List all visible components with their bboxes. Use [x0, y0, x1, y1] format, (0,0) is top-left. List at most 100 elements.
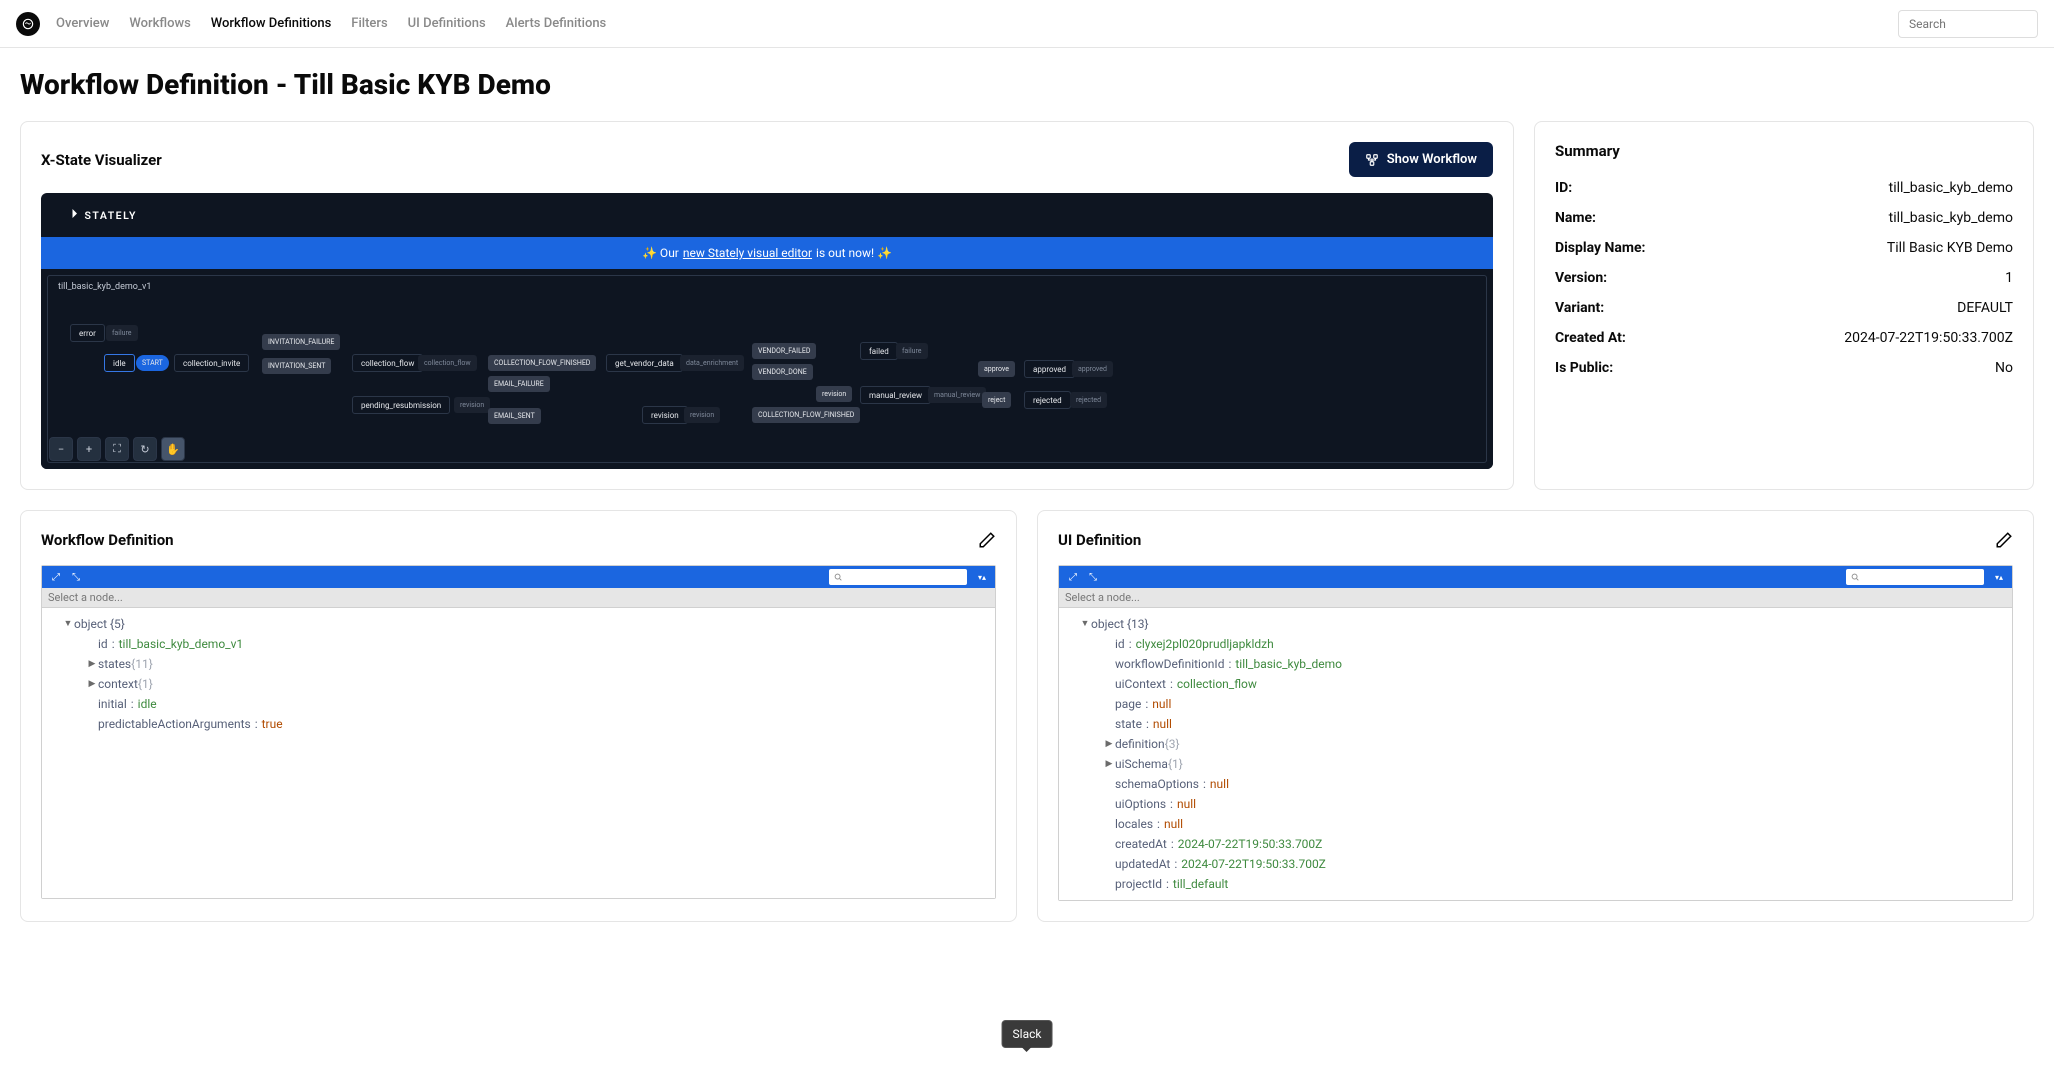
- event-invitation-failure[interactable]: INVITATION_FAILURE: [262, 334, 340, 350]
- state-rejected[interactable]: rejected: [1024, 391, 1071, 409]
- caret-right-icon[interactable]: ▶: [1103, 734, 1115, 754]
- edit-icon[interactable]: [1995, 531, 2013, 549]
- event-vendor-done[interactable]: VENDOR_DONE: [752, 364, 813, 380]
- json-row: id:clyxej2pl020prudljapkldzh: [1067, 634, 2004, 654]
- badge-manual-review: manual_review: [928, 387, 986, 403]
- summary-label: ID:: [1555, 180, 1572, 196]
- summary-row: Created At:2024-07-22T19:50:33.700Z: [1555, 330, 2013, 346]
- badge-approved: approved: [1072, 361, 1113, 377]
- event-email-sent[interactable]: EMAIL_SENT: [488, 408, 541, 424]
- json-row: projectId:till_default: [1067, 874, 2004, 894]
- stately-editor-link[interactable]: new Stately visual editor: [683, 246, 812, 260]
- expand-all-icon[interactable]: ⤢: [1065, 569, 1081, 585]
- app-logo[interactable]: [16, 12, 40, 36]
- badge-data-enrichment: data_enrichment: [680, 355, 744, 371]
- event-invitation-sent[interactable]: INVITATION_SENT: [262, 358, 331, 374]
- search-icon: [833, 572, 843, 582]
- json-row: workflowDefinitionId:till_basic_kyb_demo: [1067, 654, 2004, 674]
- nav-link-overview[interactable]: Overview: [56, 16, 109, 31]
- zoom-in-button[interactable]: +: [77, 437, 101, 461]
- event-vendor-failed[interactable]: VENDOR_FAILED: [752, 343, 816, 359]
- caret-down-icon[interactable]: ▼: [62, 614, 74, 634]
- state-manual-review[interactable]: manual_review: [860, 386, 931, 404]
- json-row: locales:null: [1067, 814, 2004, 834]
- stately-canvas[interactable]: till_basic_kyb_demo_v1 error failure idl…: [41, 269, 1493, 469]
- summary-label: Version:: [1555, 270, 1607, 286]
- summary-row: Display Name:Till Basic KYB Demo: [1555, 240, 2013, 256]
- caret-right-icon[interactable]: ▶: [86, 654, 98, 674]
- reset-button[interactable]: ↻: [133, 437, 157, 461]
- expand-all-icon[interactable]: ⤢: [48, 569, 64, 585]
- ui-json-body[interactable]: ▼object {13} id:clyxej2pl020prudljapkldz…: [1059, 608, 2012, 900]
- json-row: page:null: [1067, 694, 2004, 714]
- ui-json-search-input[interactable]: [1860, 570, 1980, 584]
- nav-link-filters[interactable]: Filters: [351, 16, 387, 31]
- collapse-all-icon[interactable]: ⤡: [1085, 569, 1101, 585]
- show-workflow-button[interactable]: Show Workflow: [1349, 142, 1493, 177]
- json-row: id:till_basic_kyb_demo_v1: [50, 634, 987, 654]
- svg-text:STATELY: STATELY: [85, 209, 137, 222]
- stately-header: STATELY: [41, 193, 1493, 237]
- state-collection-invite[interactable]: collection_invite: [174, 354, 249, 372]
- summary-value: 2024-07-22T19:50:33.700Z: [1844, 330, 2013, 346]
- state-collection-flow[interactable]: collection_flow: [352, 354, 423, 372]
- page-title: Workflow Definition - Till Basic KYB Dem…: [20, 68, 2034, 101]
- collapse-all-icon[interactable]: ⤡: [68, 569, 84, 585]
- json-row: updatedAt:2024-07-22T19:50:33.700Z: [1067, 854, 2004, 874]
- sort-icon[interactable]: ▾▴: [1992, 570, 2006, 584]
- caret-right-icon[interactable]: ▶: [1103, 754, 1115, 774]
- event-revision[interactable]: revision: [816, 386, 852, 402]
- event-start[interactable]: START: [136, 355, 169, 371]
- nav-link-alerts-definitions[interactable]: Alerts Definitions: [506, 16, 607, 31]
- stately-logo: STATELY: [61, 206, 171, 224]
- state-failed[interactable]: failed: [860, 342, 898, 360]
- visualizer-card: X-State Visualizer Show Workflow STATELY…: [20, 121, 1514, 490]
- summary-label: Name:: [1555, 210, 1596, 226]
- state-error[interactable]: error: [70, 324, 105, 342]
- caret-right-icon[interactable]: ▶: [86, 674, 98, 694]
- summary-row: Is Public:No: [1555, 360, 2013, 376]
- wf-json-search: [829, 569, 967, 585]
- ui-json-node-select[interactable]: Select a node...: [1059, 588, 2012, 608]
- state-pending-resubmission[interactable]: pending_resubmission: [352, 396, 450, 414]
- event-collection-flow-finished-2[interactable]: COLLECTION_FLOW_FINISHED: [752, 407, 860, 423]
- zoom-out-button[interactable]: −: [49, 437, 73, 461]
- state-revision[interactable]: revision: [642, 406, 688, 424]
- summary-value: No: [1995, 360, 2013, 376]
- workflow-definition-title: Workflow Definition: [41, 531, 174, 549]
- visualizer-title: X-State Visualizer: [41, 151, 162, 169]
- summary-row: ID: till_basic_kyb_demo: [1555, 180, 2013, 196]
- json-row: ▶context {1}: [50, 674, 987, 694]
- json-row: schemaOptions:null: [1067, 774, 2004, 794]
- event-email-failure[interactable]: EMAIL_FAILURE: [488, 376, 550, 392]
- state-approved[interactable]: approved: [1024, 360, 1075, 378]
- json-row: uiContext:collection_flow: [1067, 674, 2004, 694]
- caret-down-icon[interactable]: ▼: [1079, 614, 1091, 634]
- summary-value: till_basic_kyb_demo: [1889, 180, 2013, 196]
- workflow-icon: [1365, 153, 1379, 167]
- pan-button[interactable]: ✋: [161, 437, 185, 461]
- search-input[interactable]: [1898, 10, 2038, 38]
- summary-card: Summary ID:till_basic_kyb_demoName:till_…: [1534, 121, 2034, 490]
- top-nav: Overview Workflows Workflow Definitions Fil…: [0, 0, 2054, 48]
- state-get-vendor-data[interactable]: get_vendor_data: [606, 354, 683, 372]
- badge-revision-2: revision: [684, 407, 720, 423]
- wf-json-body[interactable]: ▼object {5} id:till_basic_kyb_demo_v1▶st…: [42, 608, 995, 898]
- fit-view-button[interactable]: ⛶: [105, 437, 129, 461]
- event-collection-flow-finished[interactable]: COLLECTION_FLOW_FINISHED: [488, 355, 596, 371]
- nav-link-workflows[interactable]: Workflows: [129, 16, 190, 31]
- nav-link-workflow-definitions[interactable]: Workflow Definitions: [211, 16, 332, 31]
- wf-json-node-select[interactable]: Select a node...: [42, 588, 995, 608]
- event-approve[interactable]: approve: [978, 361, 1015, 377]
- sort-icon[interactable]: ▾▴: [975, 570, 989, 584]
- edit-icon[interactable]: [978, 531, 996, 549]
- stately-banner: ✨ Our new Stately visual editor is out n…: [41, 237, 1493, 269]
- nav-link-ui-definitions[interactable]: UI Definitions: [408, 16, 486, 31]
- workflow-definition-card: Workflow Definition ⤢ ⤡ ▾▴ Select a node…: [20, 510, 1017, 922]
- wf-json-search-input[interactable]: [843, 570, 963, 584]
- state-idle[interactable]: idle: [104, 354, 135, 372]
- summary-value: 1: [2005, 270, 2013, 286]
- summary-value: till_basic_kyb_demo: [1889, 210, 2013, 226]
- badge-revision: revision: [454, 397, 490, 413]
- event-reject[interactable]: reject: [982, 392, 1011, 408]
